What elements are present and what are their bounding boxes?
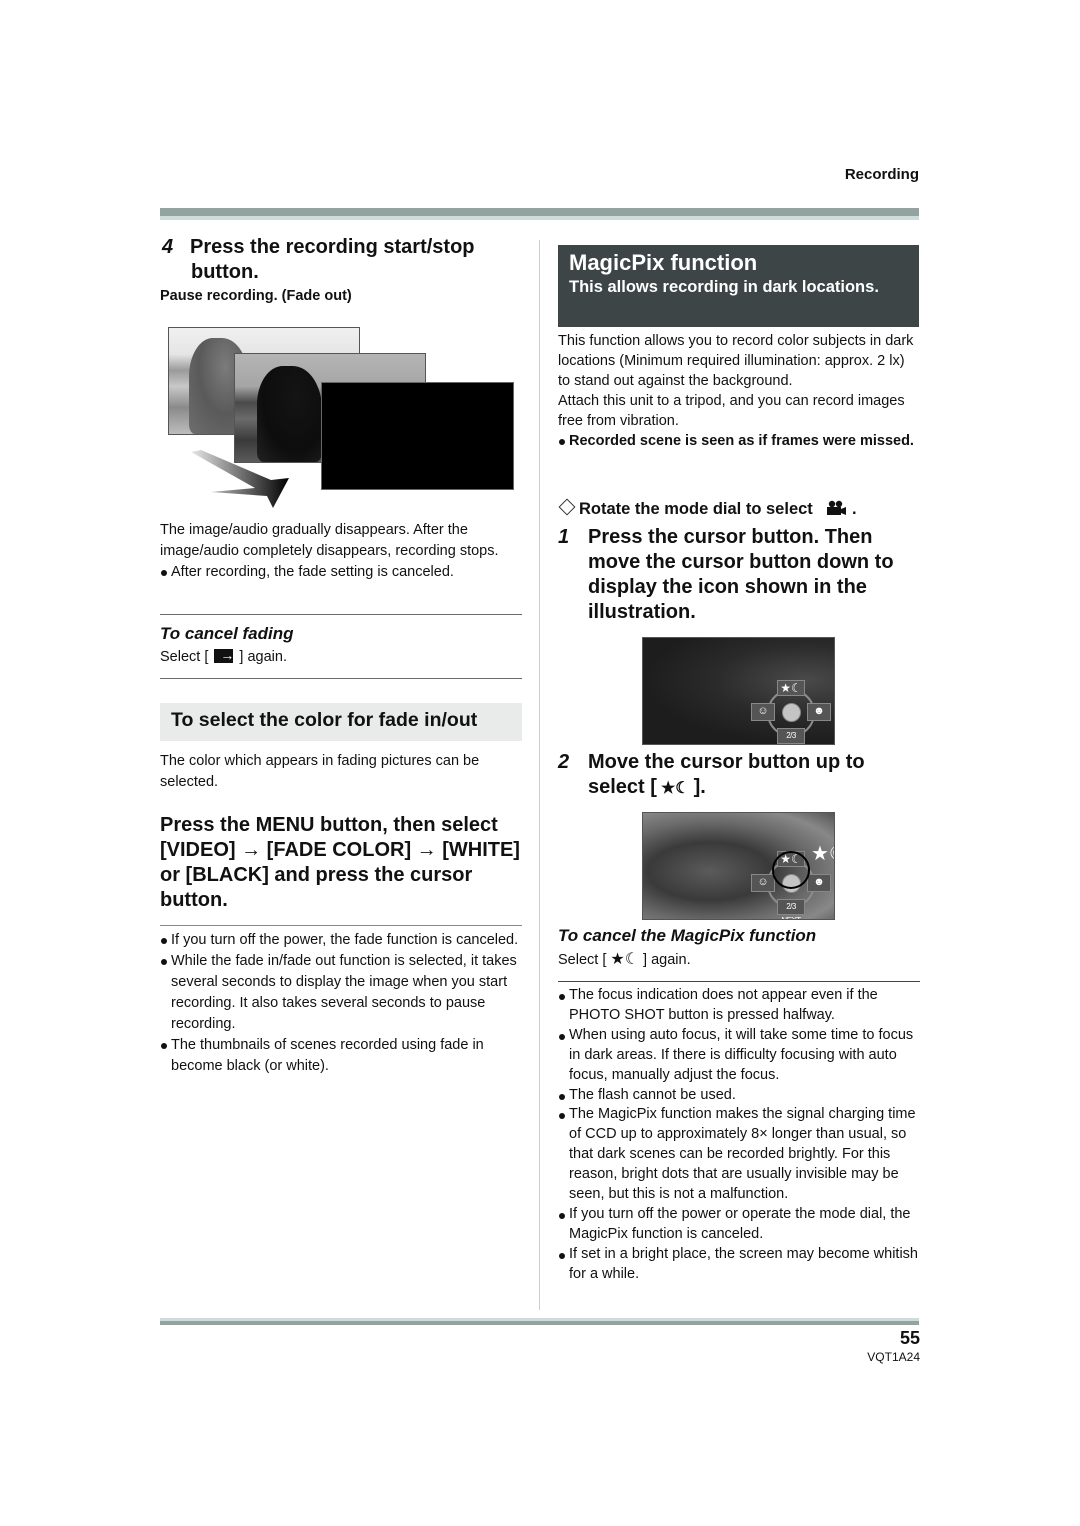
fade-note: The thumbnails of scenes recorded using … (160, 1035, 522, 1077)
fade-arrow-icon (191, 450, 289, 508)
cancel-fading-prefix: Select [ (160, 649, 209, 665)
fade-icon (214, 645, 234, 666)
cancel-magicpix-title: To cancel the MagicPix function (558, 926, 817, 945)
step-2-prefix: select [ (588, 776, 657, 798)
step-2-heading: 2 Move the cursor button up to select [★… (558, 750, 920, 801)
lcd-illustration-2: ★☾ ☺ ☻ 2/3 NEXT ★☾ (642, 812, 835, 920)
magicpix-intro: This function allows you to record color… (558, 331, 920, 451)
step-4-line2: button. (191, 261, 259, 283)
step-1-heading: 1 Press the cursor button. Then move the… (558, 525, 920, 625)
column-divider (539, 240, 540, 1310)
step-number: 4 (162, 236, 174, 258)
magicpix-title: MagicPix function (569, 250, 758, 275)
fade-description-bullet: After recording, the fade setting is can… (160, 562, 522, 583)
divider (160, 614, 522, 615)
next-page-label: 2/3 NEXT (777, 899, 805, 919)
fade-note: If you turn off the power, the fade func… (160, 930, 522, 951)
magicpix-note: When using auto focus, it will take some… (558, 1026, 920, 1086)
cancel-magicpix-text: Select [★☾] again. (558, 949, 691, 971)
lcd-illustration-1: ★☾ ☺ ☻ 2/3 NEXT (642, 637, 835, 745)
step-2-suffix: ]. (693, 776, 706, 798)
magicpix-notes: The focus indication does not appear eve… (558, 986, 920, 1285)
cursor-center (782, 703, 801, 722)
magicpix-intro-text: This function allows you to record color… (558, 333, 914, 389)
next-page-label: 2/3 NEXT (777, 728, 805, 744)
face-icon: ☻ (807, 874, 831, 892)
cancel-fading-text: Select [ ] again. (160, 645, 287, 668)
cancel-magicpix-prefix: Select [ (558, 952, 607, 968)
running-head-section: Recording (844, 166, 919, 183)
magicpix-note: If set in a bright place, the screen may… (558, 1245, 920, 1285)
magicpix-subtitle: This allows recording in dark locations. (569, 278, 879, 296)
step-4-heading: 4 Press the recording start/stop button. (162, 235, 522, 285)
magicpix-note: If you turn off the power or operate the… (558, 1205, 920, 1245)
face-icon: ☻ (807, 703, 831, 721)
top-rule (160, 208, 919, 220)
rotate-mode-dial-instruction: Rotate the mode dial to select . (558, 498, 857, 519)
fade-description: The image/audio gradually disappears. Af… (160, 520, 522, 583)
selection-circle (772, 851, 810, 889)
magicpix-intro-text: Attach this unit to a tripod, and you ca… (558, 393, 905, 429)
divider (160, 678, 522, 679)
diamond-icon (558, 498, 576, 516)
step-number: 1 (558, 526, 570, 548)
cancel-magicpix-suffix: ] again. (643, 952, 691, 968)
fade-color-description: The color which appears in fading pictur… (160, 753, 480, 790)
model-code: VQT1A24 (867, 1350, 920, 1364)
pause-label: Pause recording. (Fade out) (160, 288, 352, 304)
step-number: 2 (558, 751, 570, 773)
fade-description-text: The image/audio gradually disappears. Af… (160, 522, 499, 559)
face-icon: ☺ (751, 874, 775, 892)
fade-color-instruction: Press the MENU button, then select [VIDE… (160, 814, 520, 911)
magicpix-moon-icon: ★☾ (660, 780, 690, 797)
magicpix-note: The MagicPix function makes the signal c… (558, 1105, 920, 1205)
page-number: 55 (899, 1328, 920, 1348)
cancel-fading-suffix: ] again. (239, 649, 287, 665)
magicpix-moon-icon: ★☾ (777, 680, 805, 696)
step-4-line1: Press the recording start/stop (190, 236, 475, 258)
magicpix-note: The focus indication does not appear eve… (558, 986, 920, 1026)
divider (160, 925, 522, 926)
cancel-fading-title: To cancel fading (160, 624, 294, 643)
rotate-text: Rotate the mode dial to select (579, 500, 813, 518)
face-icon: ☺ (751, 703, 775, 721)
magicpix-header-box: MagicPix function This allows recording … (558, 245, 919, 327)
video-camera-icon (827, 500, 847, 515)
fade-notes: If you turn off the power, the fade func… (160, 930, 522, 1077)
divider (558, 981, 920, 982)
step-2-line1: Move the cursor button up to (588, 751, 865, 773)
fade-out-illustration (165, 325, 517, 510)
magicpix-moon-icon: ★☾ (610, 951, 640, 968)
cursor-pad: ★☾ ☺ ☻ 2/3 NEXT (751, 680, 831, 744)
magicpix-note: The flash cannot be used. (558, 1086, 920, 1106)
fade-color-section-title: To select the color for fade in/out (160, 703, 522, 741)
frame-black (321, 382, 514, 490)
magicpix-active-icon: ★☾ (811, 843, 834, 865)
fade-note: While the fade in/fade out function is s… (160, 951, 522, 1035)
bottom-rule (160, 1318, 919, 1326)
step-1-text: Press the cursor button. Then move the c… (588, 526, 894, 623)
rotate-end: . (851, 500, 857, 518)
magicpix-intro-bullet: Recorded scene is seen as if frames were… (558, 431, 920, 451)
